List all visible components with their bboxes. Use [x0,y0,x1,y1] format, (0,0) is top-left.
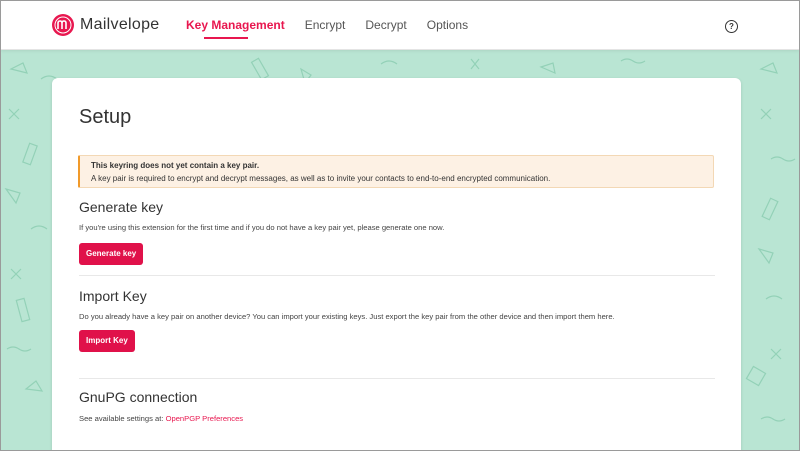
nav-encrypt[interactable]: Encrypt [305,1,346,49]
import-key-title: Import Key [79,288,147,304]
generate-key-section: Generate key If you're using this extens… [79,199,715,265]
alert-text: A key pair is required to encrypt and de… [91,174,551,183]
nav-key-management[interactable]: Key Management [186,1,285,49]
no-keypair-alert: This keyring does not yet contain a key … [78,155,714,188]
top-navbar: Mailvelope Key Management Encrypt Decryp… [1,1,799,50]
nav-decrypt[interactable]: Decrypt [365,1,406,49]
nav-options[interactable]: Options [427,1,468,49]
question-circle-icon[interactable]: ? [725,20,738,33]
main-nav: Key Management Encrypt Decrypt Options [186,1,488,49]
import-key-section: Import Key Do you already have a key pai… [79,288,715,352]
section-divider [79,275,715,276]
section-divider [79,378,715,379]
gnupg-section: GnuPG connection See available settings … [79,389,715,425]
brand-name: Mailvelope [80,16,160,33]
setup-card: Setup This keyring does not yet contain … [52,78,741,450]
page-title: Setup [79,106,132,128]
openpgp-preferences-link[interactable]: OpenPGP Preferences [166,414,244,423]
app-window: Mailvelope Key Management Encrypt Decryp… [0,0,800,451]
brand-logo[interactable]: Mailvelope [52,14,159,36]
gnupg-text: See available settings at: [79,414,164,423]
alert-title: This keyring does not yet contain a key … [91,161,260,170]
gnupg-title: GnuPG connection [79,389,198,405]
generate-key-button[interactable]: Generate key [79,243,144,265]
gnupg-text-row: See available settings at: OpenPGP Prefe… [79,412,715,425]
mailvelope-logo-icon [52,14,74,36]
import-key-text: Do you already have a key pair on anothe… [79,312,615,321]
generate-key-text: If you're using this extension for the f… [79,223,445,232]
generate-key-title: Generate key [79,199,164,215]
import-key-button[interactable]: Import Key [79,330,135,352]
